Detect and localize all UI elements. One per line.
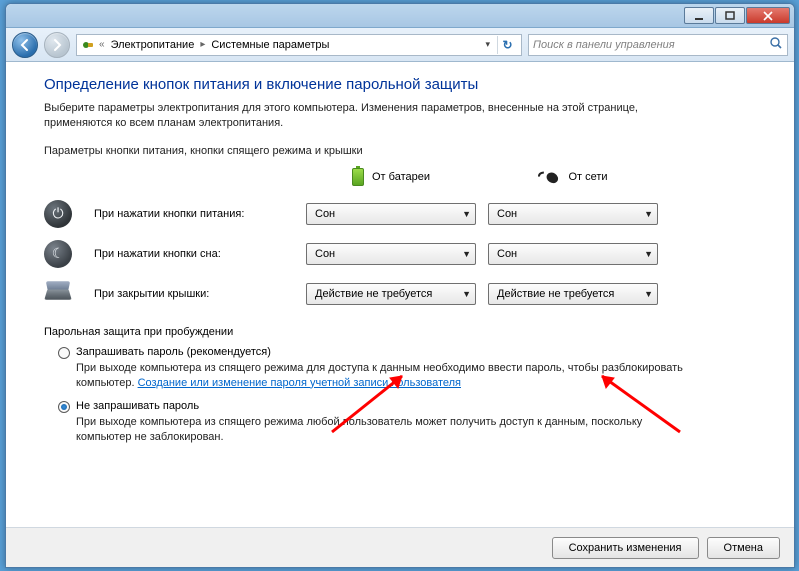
refresh-button[interactable]: ↻ <box>497 36 517 54</box>
titlebar <box>6 4 794 28</box>
radio-ask-description: При выходе компьютера из спящего режима … <box>76 361 696 391</box>
col-battery-header: От батареи <box>306 168 476 186</box>
footer: Сохранить изменения Отмена <box>6 527 794 567</box>
sleep-button-icon <box>44 240 72 268</box>
create-password-link[interactable]: Создание или изменение пароля учетной за… <box>138 377 461 389</box>
lid-ac-select[interactable]: Действие не требуется▼ <box>488 283 658 305</box>
search-input[interactable]: Поиск в панели управления <box>528 34 788 56</box>
nav-row: « Электропитание ▸ Системные параметры ▾… <box>6 28 794 62</box>
radio-ask-password[interactable]: Запрашивать пароль (рекомендуется) <box>58 346 772 359</box>
chevron-down-icon: ▼ <box>462 249 471 259</box>
row-sleep-label: При нажатии кнопки сна: <box>94 248 294 260</box>
chevron-down-icon: ▼ <box>462 209 471 219</box>
search-icon <box>769 36 783 53</box>
battery-icon <box>352 168 364 186</box>
breadcrumb-arrow-icon: ▸ <box>200 39 205 50</box>
power-battery-select[interactable]: Сон▼ <box>306 203 476 225</box>
radio-icon[interactable] <box>58 347 70 359</box>
minimize-button[interactable] <box>684 7 714 24</box>
row-lid-label: При закрытии крышки: <box>94 288 294 300</box>
window: « Электропитание ▸ Системные параметры ▾… <box>5 3 795 568</box>
plug-icon <box>535 162 565 191</box>
content-area: Определение кнопок питания и включение п… <box>6 62 794 527</box>
address-bar[interactable]: « Электропитание ▸ Системные параметры ▾… <box>76 34 522 56</box>
radio-noask-description: При выходе компьютера из спящего режима … <box>76 415 696 445</box>
breadcrumb-level2[interactable]: Системные параметры <box>209 39 331 51</box>
section-password-label: Парольная защита при пробуждении <box>44 326 772 338</box>
lid-icon <box>44 280 72 308</box>
power-ac-select[interactable]: Сон▼ <box>488 203 658 225</box>
forward-button[interactable] <box>44 32 70 58</box>
chevron-down-icon: ▼ <box>644 289 653 299</box>
power-settings-grid: От батареи От сети При нажатии кнопки пи… <box>44 167 772 308</box>
maximize-button[interactable] <box>715 7 745 24</box>
breadcrumb-sep-icon: « <box>99 39 105 50</box>
power-plan-icon <box>81 38 95 52</box>
page-heading: Определение кнопок питания и включение п… <box>44 76 772 93</box>
chevron-down-icon: ▼ <box>644 209 653 219</box>
radio-noask-label: Не запрашивать пароль <box>76 400 199 412</box>
power-button-icon <box>44 200 72 228</box>
row-power-label: При нажатии кнопки питания: <box>94 208 294 220</box>
search-placeholder: Поиск в панели управления <box>533 39 675 51</box>
cancel-button[interactable]: Отмена <box>707 537 780 559</box>
chevron-down-icon: ▼ <box>644 249 653 259</box>
radio-ask-label: Запрашивать пароль (рекомендуется) <box>76 346 271 358</box>
sleep-battery-select[interactable]: Сон▼ <box>306 243 476 265</box>
address-dropdown-icon[interactable]: ▾ <box>481 39 494 50</box>
breadcrumb-level1[interactable]: Электропитание <box>109 39 197 51</box>
lid-battery-select[interactable]: Действие не требуется▼ <box>306 283 476 305</box>
back-button[interactable] <box>12 32 38 58</box>
close-button[interactable] <box>746 7 790 24</box>
save-button[interactable]: Сохранить изменения <box>552 537 699 559</box>
radio-icon[interactable] <box>58 401 70 413</box>
section-buttons-label: Параметры кнопки питания, кнопки спящего… <box>44 145 772 157</box>
chevron-down-icon: ▼ <box>462 289 471 299</box>
intro-text: Выберите параметры электропитания для эт… <box>44 101 684 131</box>
radio-noask-password[interactable]: Не запрашивать пароль <box>58 400 772 413</box>
sleep-ac-select[interactable]: Сон▼ <box>488 243 658 265</box>
col-ac-header: От сети <box>488 167 658 188</box>
